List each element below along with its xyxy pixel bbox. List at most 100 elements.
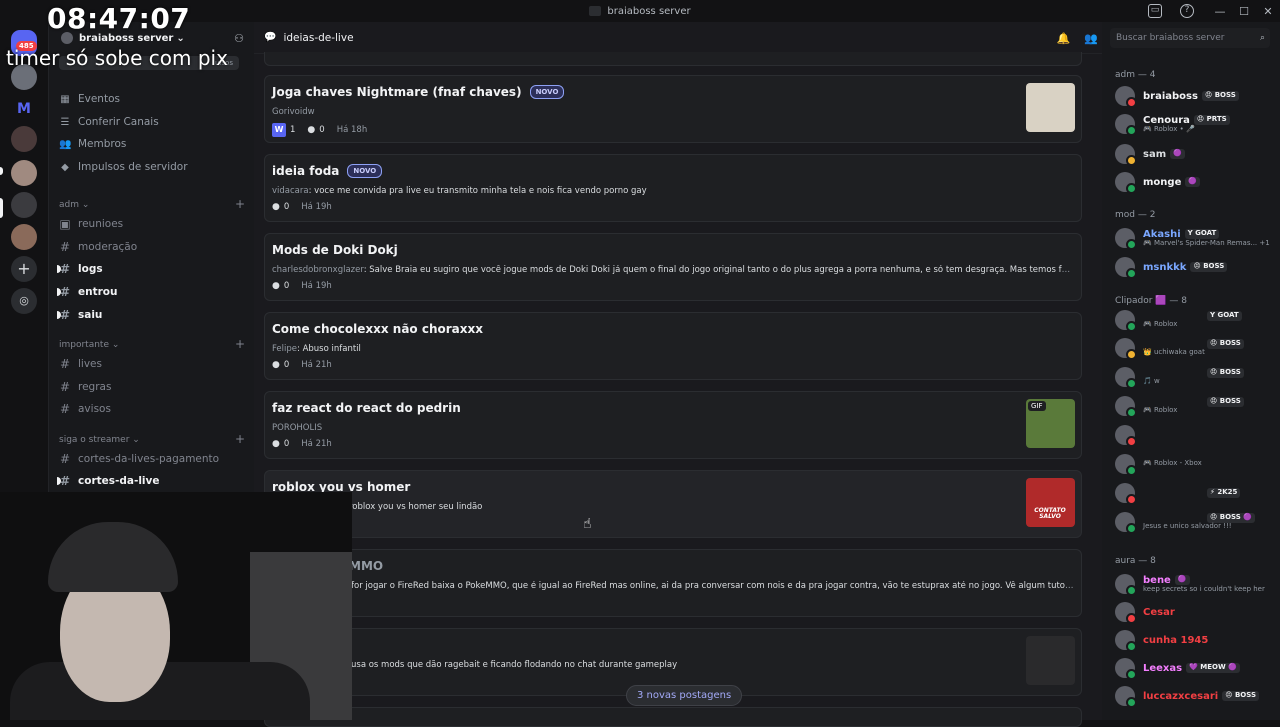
search-input[interactable]: Buscar braiaboss server ⌕ [1110,28,1270,48]
member-text: Y GOAT 🎮 Roblox [1143,311,1242,328]
bell-icon[interactable]: 🔔 [1057,32,1071,45]
invite-icon[interactable]: ⚇ [234,32,244,45]
member-item[interactable] [1115,423,1275,447]
channel-entrou[interactable]: # entrou [57,283,117,301]
post-thumbnail[interactable] [1026,636,1075,685]
member-tag: 😠 PRTS [1193,115,1230,125]
post-thumbnail[interactable]: CONTATO SALVO [1026,478,1075,527]
member-text: msnkkk 😠 BOSS [1143,262,1228,273]
reply-icon: ● [272,202,280,212]
channel-cortes-da-live[interactable]: # cortes-da-live [57,472,160,490]
category-adm[interactable]: adm ⌄ + [59,198,245,210]
member-item[interactable]: 🎮 Roblox - Xbox [1115,452,1275,476]
add-channel-icon[interactable]: + [235,338,245,350]
hash-icon: # [59,452,71,466]
member-item[interactable]: Cenoura 😠 PRTS 🎮 Roblox • 🎤 [1115,112,1275,136]
member-text: Akashi Y GOAT 🎮 Marvel's Spider-Man Remas.… [1143,229,1270,248]
forum-post[interactable]: MMO for jogar o FireRed baixa o PokeMMO,… [264,549,1082,617]
post-thumbnail[interactable] [1026,83,1075,132]
server-icon[interactable] [11,192,37,218]
post-author: POROHOLIS [272,423,322,433]
close-button[interactable]: ✕ [1256,5,1280,18]
add-channel-icon[interactable]: + [235,198,245,210]
member-item[interactable]: braiaboss 😠 BOSS [1115,84,1275,108]
server-icon[interactable] [11,160,37,186]
member-item[interactable]: ⚡ 2K25 [1115,481,1275,505]
channel-moderacao[interactable]: # moderação [59,238,137,256]
menu-events[interactable]: ▦ Eventos [59,90,120,108]
channel-lives[interactable]: # lives [59,355,102,373]
forum-post[interactable]: ideia foda NOVO vidacara: voce me convida… [264,154,1082,222]
post-thumbnail[interactable]: GIF [1026,399,1075,448]
channel-regras[interactable]: # regras [59,378,111,396]
forum-post-partial[interactable] [264,52,1082,66]
post-title-text: ideia foda [272,164,340,178]
member-item[interactable]: Akashi Y GOAT 🎮 Marvel's Spider-Man Remas.… [1115,226,1275,250]
member-item[interactable]: Leexas 💜 MEOW 🟣 [1115,656,1275,680]
member-text: monge 🟣 [1143,177,1201,188]
member-item[interactable]: monge 🟣 [1115,170,1275,194]
post-title-text: Joga chaves Nightmare (fnaf chaves) [272,85,522,99]
channel-reunioes[interactable]: ▣ reunioes [59,215,123,233]
help-icon[interactable]: ? [1180,4,1194,18]
member-item[interactable]: 😠 BOSS 👑 uchiwaka goat [1115,336,1275,360]
member-activity: 🎮 Roblox [1143,406,1178,414]
minimize-button[interactable]: — [1208,5,1232,18]
menu-boosts[interactable]: ◆ Impulsos de servidor [59,158,187,176]
post-title-text: Mods de Doki Dokj [272,243,398,257]
avatar [1115,144,1137,166]
category-importante[interactable]: importante ⌄ + [59,338,245,350]
menu-browse-channels[interactable]: ☰ Conferir Canais [59,113,159,131]
category-siga[interactable]: siga o streamer ⌄ + [59,433,245,445]
reply-count: 0 [283,360,290,370]
add-channel-icon[interactable]: + [235,433,245,445]
reaction-emoji[interactable]: W [272,123,286,137]
channel-cortes-pagamento[interactable]: # cortes-da-lives-pagamento [59,450,219,468]
forum-post[interactable]: Joga chaves Nightmare (fnaf chaves) NOVO … [264,75,1082,143]
member-activity: 🎮 Roblox • 🎤 [1143,124,1195,133]
member-item[interactable]: Y GOAT 🎮 Roblox [1115,308,1275,332]
member-item[interactable]: cunha 1945 [1115,628,1275,652]
forum-post-partial[interactable] [264,707,1082,727]
member-item[interactable]: 😠 BOSS 🎵 w [1115,365,1275,389]
avatar [1115,425,1137,447]
member-text: 😠 BOSS 🟣 Jesus e unico salvador !!! [1143,513,1255,530]
post-preview: roblox you vs homer seu lindão [349,502,482,512]
member-text: 😠 BOSS 👑 uchiwaka goat [1143,339,1244,356]
post-author: Gorivoidw [272,107,315,117]
channel-label: moderação [78,241,138,253]
member-item[interactable]: 😠 BOSS 🟣 Jesus e unico salvador !!! [1115,510,1275,534]
discover-icon[interactable]: ◎ [11,288,37,314]
member-item[interactable]: sam 🟣 [1115,142,1275,166]
forum-post[interactable]: Mods de Doki Dokj charlesdobronxglazer: … [264,233,1082,301]
channel-label: cortes-da-live [78,475,160,487]
forum-post[interactable]: roblox you vs homer roblox you vs homer … [264,470,1082,538]
forum-post[interactable]: Come chocolexxx não choraxxx Felipe: Abu… [264,312,1082,380]
member-item[interactable]: msnkkk 😠 BOSS [1115,255,1275,279]
member-activity: keep secrets so i couldn't keep her [1143,584,1265,593]
add-server-icon[interactable]: + [11,256,37,282]
forum-post[interactable]: faz react do react do pedrin POROHOLIS ●… [264,391,1082,459]
channel-avisos[interactable]: # avisos [59,400,111,418]
member-name: luccazxcesari [1143,690,1219,702]
member-item[interactable]: bene 🟣 keep secrets so i couldn't keep her [1115,572,1275,596]
channel-saiu[interactable]: # saiu [57,306,102,324]
member-item[interactable]: Cesar [1115,600,1275,624]
channel-name: ideias-de-live [283,31,354,44]
menu-members[interactable]: 👥 Membros [59,135,126,153]
member-item[interactable]: 😠 BOSS 🎮 Roblox [1115,394,1275,418]
search-placeholder: Buscar braiaboss server [1116,33,1225,43]
inbox-icon[interactable]: ▭ [1148,4,1162,18]
avatar [1115,574,1137,596]
server-icon[interactable] [11,224,37,250]
new-posts-button[interactable]: 3 novas postagens [626,685,743,706]
member-list-icon[interactable]: 👥 [1084,32,1098,45]
reply-count: 0 [283,202,290,212]
member-item[interactable]: luccazxcesari 😠 BOSS [1115,684,1275,708]
server-icon[interactable] [11,126,37,152]
server-icon[interactable]: M [11,96,37,122]
post-title: faz react do react do pedrin [272,401,461,415]
calendar-icon: ▦ [60,93,70,105]
channel-logs[interactable]: # logs [57,260,103,278]
maximize-button[interactable]: ☐ [1232,5,1256,18]
